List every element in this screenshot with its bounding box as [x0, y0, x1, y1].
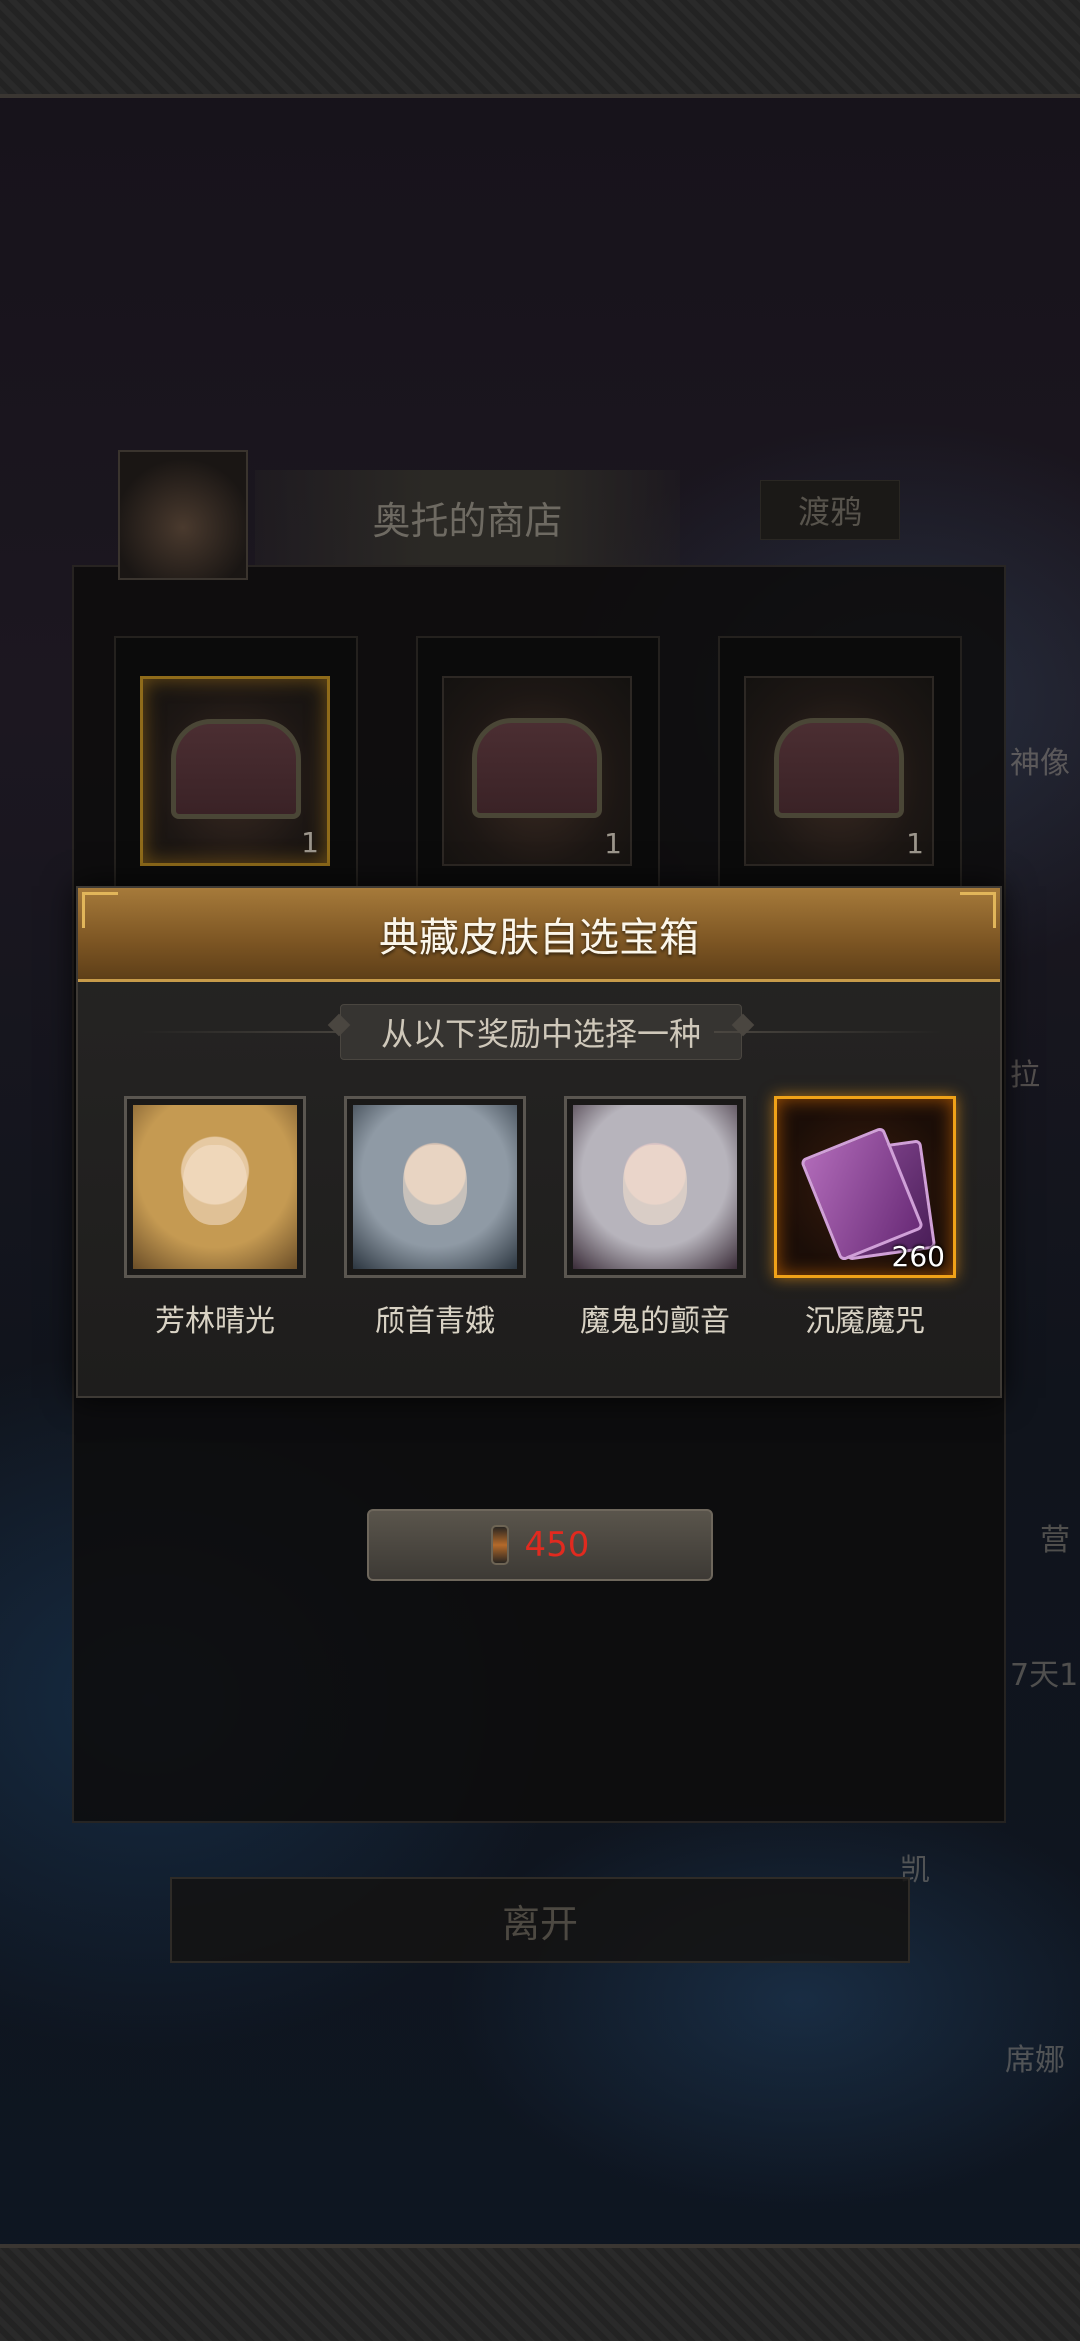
reward-option[interactable]: 260 沉魇魔咒 — [774, 1096, 956, 1340]
skin-portrait-icon — [133, 1105, 297, 1269]
purchase-button[interactable]: 450 — [367, 1509, 713, 1581]
reward-count: 260 — [891, 1240, 945, 1273]
leave-button[interactable]: 离开 — [170, 1877, 910, 1963]
shop-item-chest[interactable]: 1 — [718, 636, 962, 906]
top-frame — [0, 0, 1080, 98]
chest-icon: 1 — [140, 676, 330, 866]
ornament-icon — [960, 892, 996, 928]
reward-frame: 260 — [774, 1096, 956, 1278]
reward-name: 颀首青娥 — [375, 1304, 495, 1339]
merchant-portrait — [118, 450, 248, 580]
shop-item-chest[interactable]: 1 — [416, 636, 660, 906]
reward-option[interactable]: 魔鬼的颤音 — [564, 1096, 746, 1340]
skin-portrait-icon — [573, 1105, 737, 1269]
background-label: 7天1 — [1010, 1658, 1079, 1693]
price-value: 450 — [524, 1525, 590, 1565]
chest-count: 1 — [906, 827, 924, 860]
reward-option[interactable]: 芳林晴光 — [124, 1096, 306, 1340]
shop-title: 奥托的商店 — [255, 470, 680, 565]
reward-name: 芳林晴光 — [155, 1304, 275, 1339]
skin-portrait-icon — [353, 1105, 517, 1269]
background-label: 营 — [1040, 1523, 1070, 1558]
reward-name: 沉魇魔咒 — [805, 1304, 925, 1339]
reward-frame — [124, 1096, 306, 1278]
divider — [714, 1031, 944, 1033]
background-label: 拉 — [1010, 1058, 1040, 1093]
modal-subtitle: 从以下奖励中选择一种 — [380, 1015, 701, 1053]
background-label: 席娜 — [1005, 2043, 1065, 2078]
bottom-frame — [0, 2244, 1080, 2341]
modal-title: 典藏皮肤自选宝箱 — [379, 914, 699, 961]
reward-select-modal: 典藏皮肤自选宝箱 从以下奖励中选择一种 芳林晴光 颀首青娥 魔鬼的颤音 260 — [76, 886, 1002, 1398]
background-label: 神像 — [1010, 746, 1070, 781]
tab-raven[interactable]: 渡鸦 — [760, 480, 900, 540]
ornament-icon — [82, 892, 118, 928]
reward-option[interactable]: 颀首青娥 — [344, 1096, 526, 1340]
chest-icon: 1 — [744, 676, 934, 866]
shop-item-chest[interactable]: 1 — [114, 636, 358, 906]
reward-frame — [344, 1096, 526, 1278]
chest-icon: 1 — [442, 676, 632, 866]
lantern-icon — [490, 1525, 509, 1565]
chest-count: 1 — [604, 827, 622, 860]
reward-name: 魔鬼的颤音 — [580, 1304, 730, 1339]
modal-subtitle-bar: 从以下奖励中选择一种 — [138, 1004, 944, 1060]
chest-count: 1 — [301, 826, 319, 859]
modal-header: 典藏皮肤自选宝箱 — [78, 888, 1000, 982]
reward-frame — [564, 1096, 746, 1278]
